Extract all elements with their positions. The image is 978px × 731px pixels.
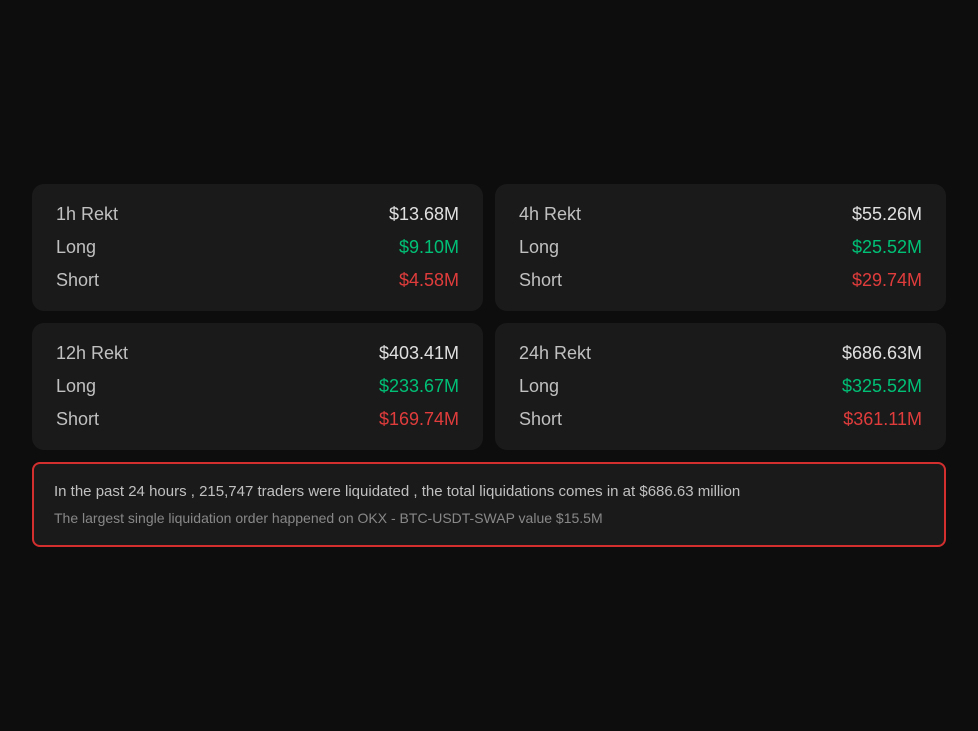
card-24h-short-label: Short xyxy=(519,409,562,430)
card-4h-title: 4h Rekt xyxy=(519,204,581,225)
card-24h-long-value: $325.52M xyxy=(842,376,922,397)
card-24h-short-value: $361.11M xyxy=(843,409,922,430)
card-24h-title-row: 24h Rekt $686.63M xyxy=(519,343,922,364)
card-12h-short-value: $169.74M xyxy=(379,409,459,430)
card-12h-short-row: Short $169.74M xyxy=(56,409,459,430)
card-12h-long-row: Long $233.67M xyxy=(56,376,459,397)
card-4h-long-label: Long xyxy=(519,237,559,258)
card-24h: 24h Rekt $686.63M Long $325.52M Short $3… xyxy=(495,323,946,450)
card-1h-title: 1h Rekt xyxy=(56,204,118,225)
card-12h-long-label: Long xyxy=(56,376,96,397)
card-12h: 12h Rekt $403.41M Long $233.67M Short $1… xyxy=(32,323,483,450)
card-1h: 1h Rekt $13.68M Long $9.10M Short $4.58M xyxy=(32,184,483,311)
card-4h-total: $55.26M xyxy=(852,204,922,225)
card-4h-long-row: Long $25.52M xyxy=(519,237,922,258)
card-12h-title: 12h Rekt xyxy=(56,343,128,364)
card-12h-short-label: Short xyxy=(56,409,99,430)
card-4h-short-label: Short xyxy=(519,270,562,291)
card-24h-title: 24h Rekt xyxy=(519,343,591,364)
main-container: 1h Rekt $13.68M Long $9.10M Short $4.58M… xyxy=(16,168,962,563)
info-box: In the past 24 hours , 215,747 traders w… xyxy=(32,462,946,547)
info-primary-text: In the past 24 hours , 215,747 traders w… xyxy=(54,480,924,504)
card-1h-short-value: $4.58M xyxy=(399,270,459,291)
card-1h-long-label: Long xyxy=(56,237,96,258)
card-4h-short-value: $29.74M xyxy=(852,270,922,291)
info-secondary-text: The largest single liquidation order hap… xyxy=(54,508,924,529)
card-1h-title-row: 1h Rekt $13.68M xyxy=(56,204,459,225)
card-4h-short-row: Short $29.74M xyxy=(519,270,922,291)
card-1h-short-label: Short xyxy=(56,270,99,291)
card-24h-short-row: Short $361.11M xyxy=(519,409,922,430)
card-4h-long-value: $25.52M xyxy=(852,237,922,258)
card-12h-total: $403.41M xyxy=(379,343,459,364)
card-24h-long-row: Long $325.52M xyxy=(519,376,922,397)
card-24h-total: $686.63M xyxy=(842,343,922,364)
card-24h-long-label: Long xyxy=(519,376,559,397)
card-4h-title-row: 4h Rekt $55.26M xyxy=(519,204,922,225)
card-1h-short-row: Short $4.58M xyxy=(56,270,459,291)
card-12h-long-value: $233.67M xyxy=(379,376,459,397)
card-1h-long-row: Long $9.10M xyxy=(56,237,459,258)
card-1h-total: $13.68M xyxy=(389,204,459,225)
card-4h: 4h Rekt $55.26M Long $25.52M Short $29.7… xyxy=(495,184,946,311)
stats-grid: 1h Rekt $13.68M Long $9.10M Short $4.58M… xyxy=(32,184,946,450)
card-12h-title-row: 12h Rekt $403.41M xyxy=(56,343,459,364)
card-1h-long-value: $9.10M xyxy=(399,237,459,258)
